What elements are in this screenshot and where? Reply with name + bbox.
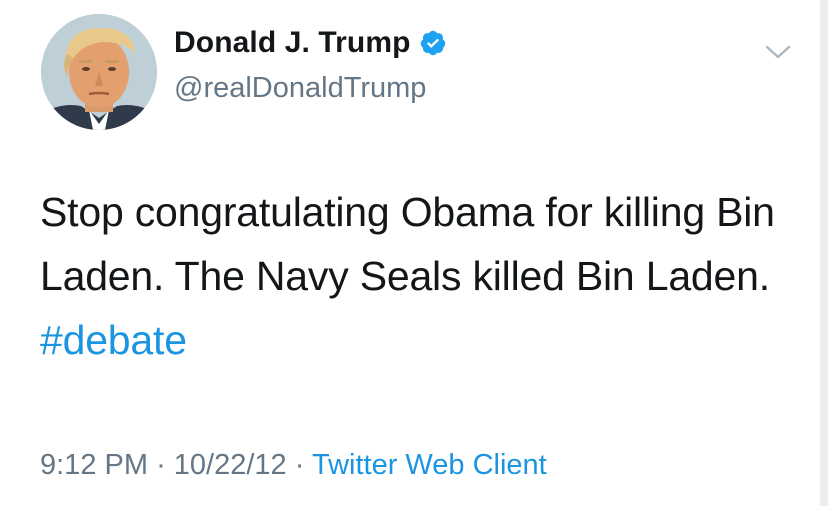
window-edge xyxy=(820,0,828,506)
avatar[interactable] xyxy=(41,14,157,130)
hashtag-link[interactable]: #debate xyxy=(40,317,187,363)
tweet-body: Stop congratulating Obama for killing Bi… xyxy=(40,189,775,299)
meta-separator: · xyxy=(156,449,166,481)
tweet-card: Donald J. Trump @realDonaldTrump Stop co… xyxy=(0,0,828,506)
chevron-down-icon[interactable] xyxy=(764,42,792,62)
tweet-time[interactable]: 9:12 PM xyxy=(40,449,148,481)
meta-separator: · xyxy=(294,449,305,481)
verified-badge-icon xyxy=(419,29,447,57)
author-display-name[interactable]: Donald J. Trump xyxy=(174,26,411,60)
tweet-source-link[interactable]: Twitter Web Client xyxy=(312,449,547,481)
tweet-date[interactable]: 10/22/12 xyxy=(174,449,287,481)
tweet-metadata: 9:12 PM · 10/22/12 · Twitter Web Client xyxy=(40,449,547,482)
tweet-text: Stop congratulating Obama for killing Bi… xyxy=(40,180,800,372)
author-name-row: Donald J. Trump xyxy=(174,26,447,60)
profile-photo-icon xyxy=(41,14,157,130)
author-handle[interactable]: @realDonaldTrump xyxy=(174,72,426,105)
